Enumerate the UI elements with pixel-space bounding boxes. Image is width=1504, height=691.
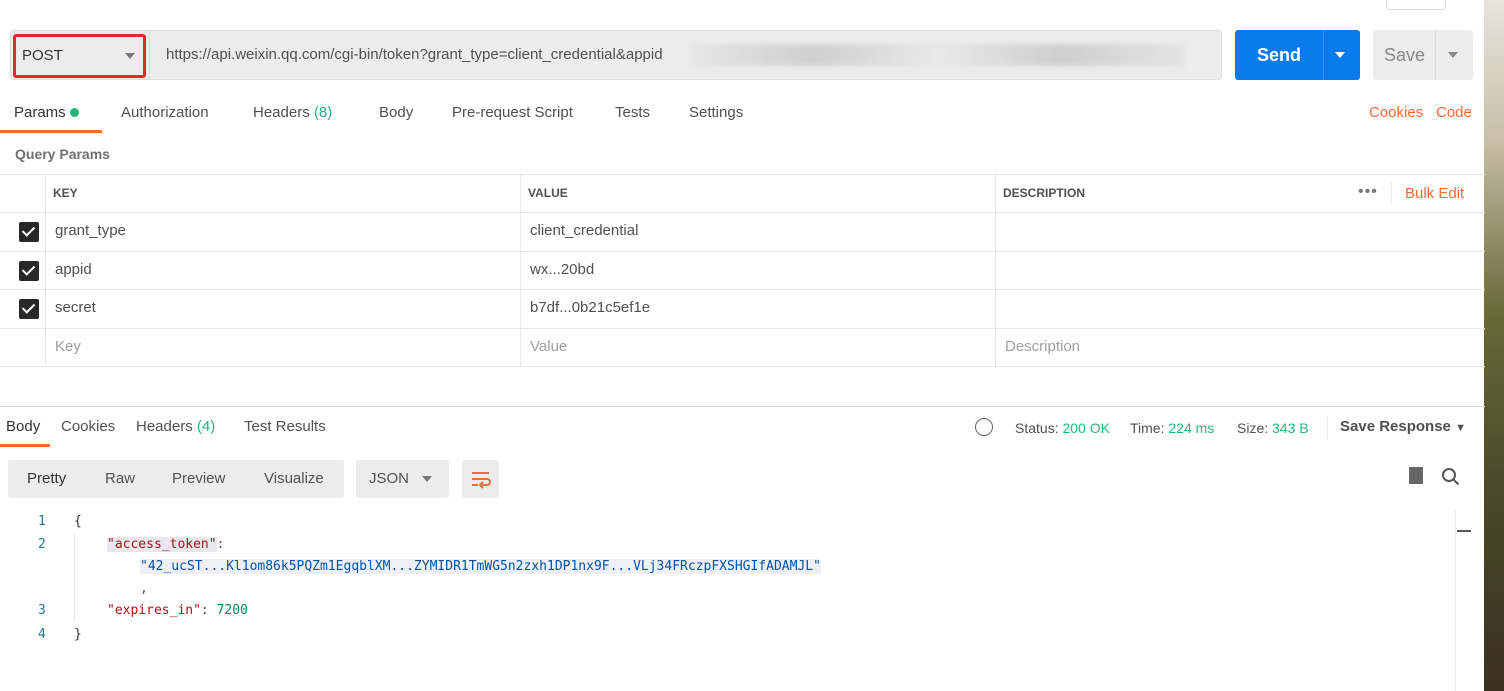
active-dot-icon xyxy=(69,108,79,117)
column-description: DESCRIPTION xyxy=(1003,186,1086,200)
more-options-icon[interactable]: ••• xyxy=(1358,183,1378,201)
chevron-down-icon xyxy=(125,53,135,64)
json-string-value: "42_ucST...Kl1om86k5PQZm1EgqblXM...ZYMID… xyxy=(140,559,821,574)
tab-tests[interactable]: Tests xyxy=(615,104,650,121)
code-link[interactable]: Code xyxy=(1436,104,1472,121)
status: Status: 200 OK xyxy=(1015,420,1110,436)
row-checkbox[interactable] xyxy=(19,222,39,242)
row-checkbox[interactable] xyxy=(19,261,39,281)
wrap-icon xyxy=(472,472,491,489)
time: Time: 224 ms xyxy=(1130,420,1215,436)
chevron-down-icon xyxy=(422,476,432,487)
response-tab-headers[interactable]: Headers (4) xyxy=(136,418,215,435)
column-key: KEY xyxy=(53,186,78,200)
url-input[interactable]: https://api.weixin.qq.com/cgi-bin/token?… xyxy=(166,46,663,63)
param-value[interactable]: b7df...0b21c5ef1e xyxy=(530,299,650,316)
param-value[interactable]: client_credential xyxy=(530,222,638,239)
bulk-edit-link[interactable]: Bulk Edit xyxy=(1405,185,1464,202)
chevron-down-icon[interactable] xyxy=(1335,52,1345,63)
window-toggle[interactable] xyxy=(1386,0,1446,10)
param-key[interactable]: secret xyxy=(55,299,96,316)
new-value-input[interactable]: Value xyxy=(530,338,567,355)
response-tab-cookies[interactable]: Cookies xyxy=(61,418,115,435)
tab-body[interactable]: Body xyxy=(379,104,413,121)
tab-params[interactable]: Params xyxy=(14,104,79,121)
json-key: "expires_in": 7200 xyxy=(107,603,248,618)
save-button[interactable]: Save xyxy=(1373,30,1473,80)
json-key: "access_token": xyxy=(107,537,225,552)
view-preview[interactable]: Preview xyxy=(172,470,225,487)
cookies-link[interactable]: Cookies xyxy=(1369,104,1423,121)
search-icon[interactable] xyxy=(1441,467,1461,491)
response-tab-test-results[interactable]: Test Results xyxy=(244,418,326,435)
method-select[interactable]: POST xyxy=(13,34,146,78)
response-tab-body[interactable]: Body xyxy=(6,418,40,435)
desktop-background xyxy=(1484,0,1504,691)
param-value[interactable]: wx...20bd xyxy=(530,261,594,278)
view-pretty[interactable]: Pretty xyxy=(27,470,66,487)
view-raw[interactable]: Raw xyxy=(105,470,135,487)
format-select[interactable]: JSON xyxy=(356,460,449,498)
wrap-lines-button[interactable] xyxy=(462,460,499,498)
query-params-title: Query Params xyxy=(15,146,110,162)
globe-lock-icon[interactable] xyxy=(975,418,993,436)
scrollbar[interactable] xyxy=(1455,510,1456,691)
send-button[interactable]: Send xyxy=(1235,30,1360,80)
tab-authorization[interactable]: Authorization xyxy=(121,104,209,121)
view-mode-bar: Pretty Raw Preview Visualize xyxy=(8,460,344,498)
tab-settings[interactable]: Settings xyxy=(689,104,743,121)
size: Size: 343 B xyxy=(1237,420,1309,436)
redacted-blur xyxy=(690,44,1185,66)
tab-pre-request-script[interactable]: Pre-request Script xyxy=(452,104,573,121)
save-response-button[interactable]: Save Response ▼ xyxy=(1340,418,1466,435)
new-key-input[interactable]: Key xyxy=(55,338,81,355)
param-key[interactable]: grant_type xyxy=(55,222,126,239)
row-checkbox[interactable] xyxy=(19,299,39,319)
tab-headers[interactable]: Headers (8) xyxy=(253,104,332,121)
method-value: POST xyxy=(22,47,63,64)
chevron-down-icon[interactable] xyxy=(1448,52,1458,63)
view-visualize[interactable]: Visualize xyxy=(264,470,324,487)
new-description-input[interactable]: Description xyxy=(1005,338,1080,355)
column-value: VALUE xyxy=(528,186,568,200)
copy-icon[interactable] xyxy=(1409,467,1423,484)
param-key[interactable]: appid xyxy=(55,261,92,278)
